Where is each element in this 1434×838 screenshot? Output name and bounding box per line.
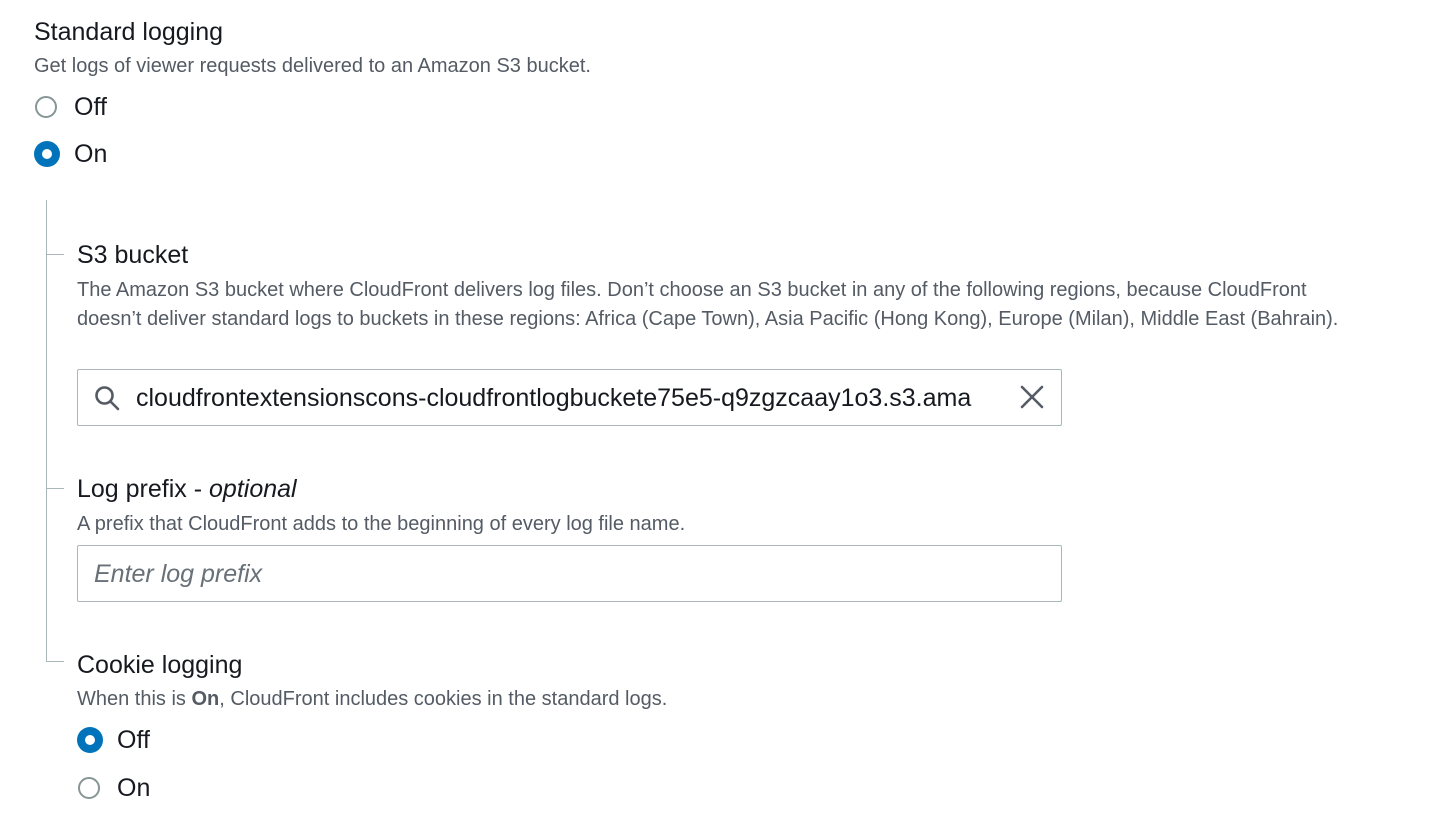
standard-logging-off-label: Off — [74, 93, 107, 121]
cookie-logging-off-label: Off — [117, 726, 150, 754]
standard-logging-description: Get logs of viewer requests delivered to… — [34, 55, 591, 77]
standard-logging-off-radio[interactable] — [35, 96, 57, 118]
close-icon[interactable] — [1019, 384, 1045, 410]
log-prefix-title-text: Log prefix - — [77, 475, 210, 503]
tree-branch-cookie — [46, 661, 64, 662]
log-prefix-optional-label: optional — [209, 475, 297, 503]
s3-bucket-input[interactable] — [136, 382, 1004, 414]
cookie-logging-off-radio[interactable] — [77, 727, 103, 753]
log-prefix-field[interactable] — [77, 545, 1062, 602]
s3-bucket-search-field[interactable] — [77, 369, 1062, 426]
s3-bucket-description: The Amazon S3 bucket where CloudFront de… — [77, 279, 1339, 330]
cookie-logging-on-radio[interactable] — [78, 777, 100, 799]
standard-logging-on-option[interactable]: On — [34, 138, 107, 170]
cookie-logging-description: When this is On, CloudFront includes coo… — [77, 685, 667, 714]
log-prefix-input[interactable] — [94, 558, 1044, 590]
cookie-logging-on-option[interactable]: On — [77, 772, 150, 804]
standard-logging-off-option[interactable]: Off — [34, 91, 107, 123]
s3-bucket-title: S3 bucket — [77, 241, 189, 269]
cookie-logging-title: Cookie logging — [77, 651, 243, 679]
tree-branch-s3 — [46, 254, 64, 255]
standard-logging-on-label: On — [74, 140, 108, 168]
cookie-desc-bold: On — [191, 688, 220, 710]
standard-logging-on-radio[interactable] — [34, 141, 60, 167]
log-prefix-description: A prefix that CloudFront adds to the beg… — [77, 513, 686, 535]
log-prefix-title: Log prefix - optional — [77, 473, 297, 505]
cookie-logging-off-option[interactable]: Off — [77, 724, 150, 756]
standard-logging-title: Standard logging — [34, 18, 224, 46]
tree-branch-prefix — [46, 488, 64, 489]
tree-connector-line — [46, 200, 47, 661]
cookie-desc-prefix: When this is — [77, 688, 192, 710]
cookie-desc-suffix: , CloudFront includes cookies in the sta… — [219, 688, 668, 710]
search-icon — [95, 386, 120, 411]
cookie-logging-on-label: On — [117, 774, 151, 802]
